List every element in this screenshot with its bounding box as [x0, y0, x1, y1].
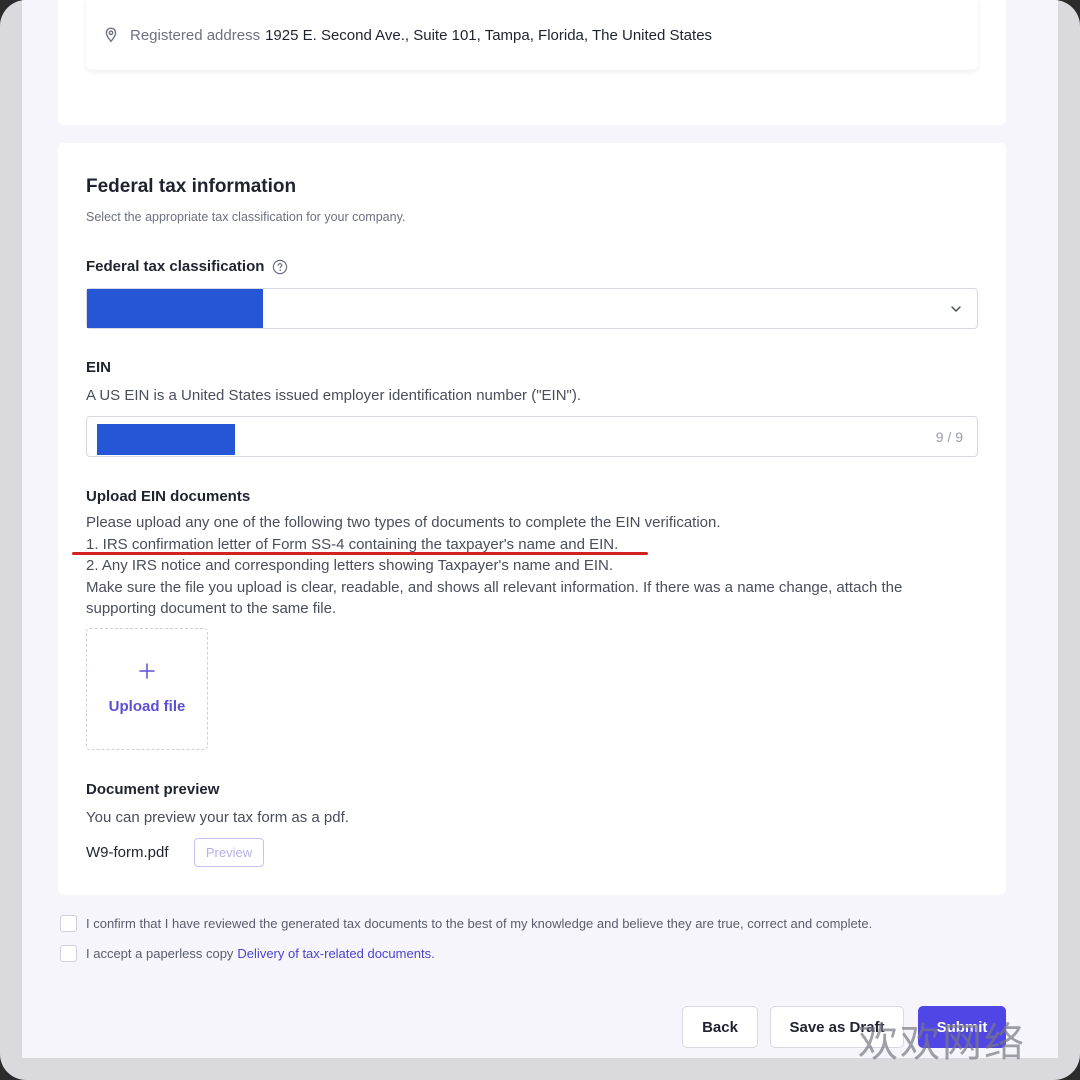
location-pin-icon — [102, 26, 120, 44]
ein-label: EIN — [86, 359, 112, 376]
tax-classification-label-text: Federal tax classification — [86, 258, 265, 275]
document-preview-description: You can preview your tax form as a pdf. — [86, 809, 349, 826]
file-name: W9-form.pdf — [86, 844, 169, 861]
instruction-line: Make sure the file you upload is clear, … — [86, 578, 903, 596]
upload-file-button[interactable]: Upload file — [86, 628, 208, 750]
paperless-row: I accept a paperless copy Delivery of ta… — [60, 945, 435, 962]
back-button[interactable]: Back — [682, 1006, 758, 1048]
upload-docs-label: Upload EIN documents — [86, 488, 251, 505]
page-screen: Registered address 1925 E. Second Ave., … — [22, 0, 1058, 1058]
tax-classification-select[interactable] — [86, 288, 978, 329]
device-frame: Registered address 1925 E. Second Ave., … — [0, 0, 1080, 1080]
save-draft-button[interactable]: Save as Draft — [770, 1006, 904, 1048]
registered-address-row: Registered address 1925 E. Second Ave., … — [86, 0, 978, 70]
plus-icon — [138, 661, 156, 685]
annotation-underline — [72, 552, 648, 555]
address-value: 1925 E. Second Ave., Suite 101, Tampa, F… — [265, 26, 713, 44]
paperless-text: I accept a paperless copy — [86, 946, 234, 961]
help-icon[interactable] — [272, 259, 288, 275]
instruction-line: Please upload any one of the following t… — [86, 514, 721, 531]
paperless-link[interactable]: Delivery of tax-related documents. — [237, 946, 434, 961]
redacted-ein-value — [97, 424, 235, 455]
ein-input[interactable]: 9 / 9 — [86, 416, 978, 457]
company-info-card: Registered address 1925 E. Second Ave., … — [58, 0, 1006, 125]
document-preview-label: Document preview — [86, 781, 220, 798]
section-title: Federal tax information — [86, 176, 297, 197]
confirm-text: I confirm that I have reviewed the gener… — [86, 916, 873, 931]
preview-button[interactable]: Preview — [194, 838, 264, 867]
section-subtitle: Select the appropriate tax classificatio… — [86, 210, 406, 224]
address-label: Registered address — [130, 26, 261, 44]
confirm-row: I confirm that I have reviewed the gener… — [60, 915, 872, 932]
upload-docs-instructions: Please upload any one of the following t… — [86, 512, 902, 620]
tax-classification-label: Federal tax classification — [86, 258, 288, 275]
instruction-line: supporting document to the same file. — [86, 600, 337, 617]
ein-char-counter: 9 / 9 — [935, 429, 963, 445]
upload-file-label: Upload file — [108, 697, 186, 715]
chevron-down-icon — [949, 302, 963, 321]
federal-tax-card: Federal tax information Select the appro… — [58, 143, 1006, 895]
paperless-checkbox[interactable] — [60, 945, 77, 962]
submit-button[interactable]: Submit — [918, 1006, 1006, 1048]
instruction-line: 2. Any IRS notice and corresponding lett… — [86, 557, 614, 574]
ein-description: A US EIN is a United States issued emplo… — [86, 387, 582, 404]
redacted-selection — [87, 289, 263, 328]
confirm-checkbox[interactable] — [60, 915, 77, 932]
